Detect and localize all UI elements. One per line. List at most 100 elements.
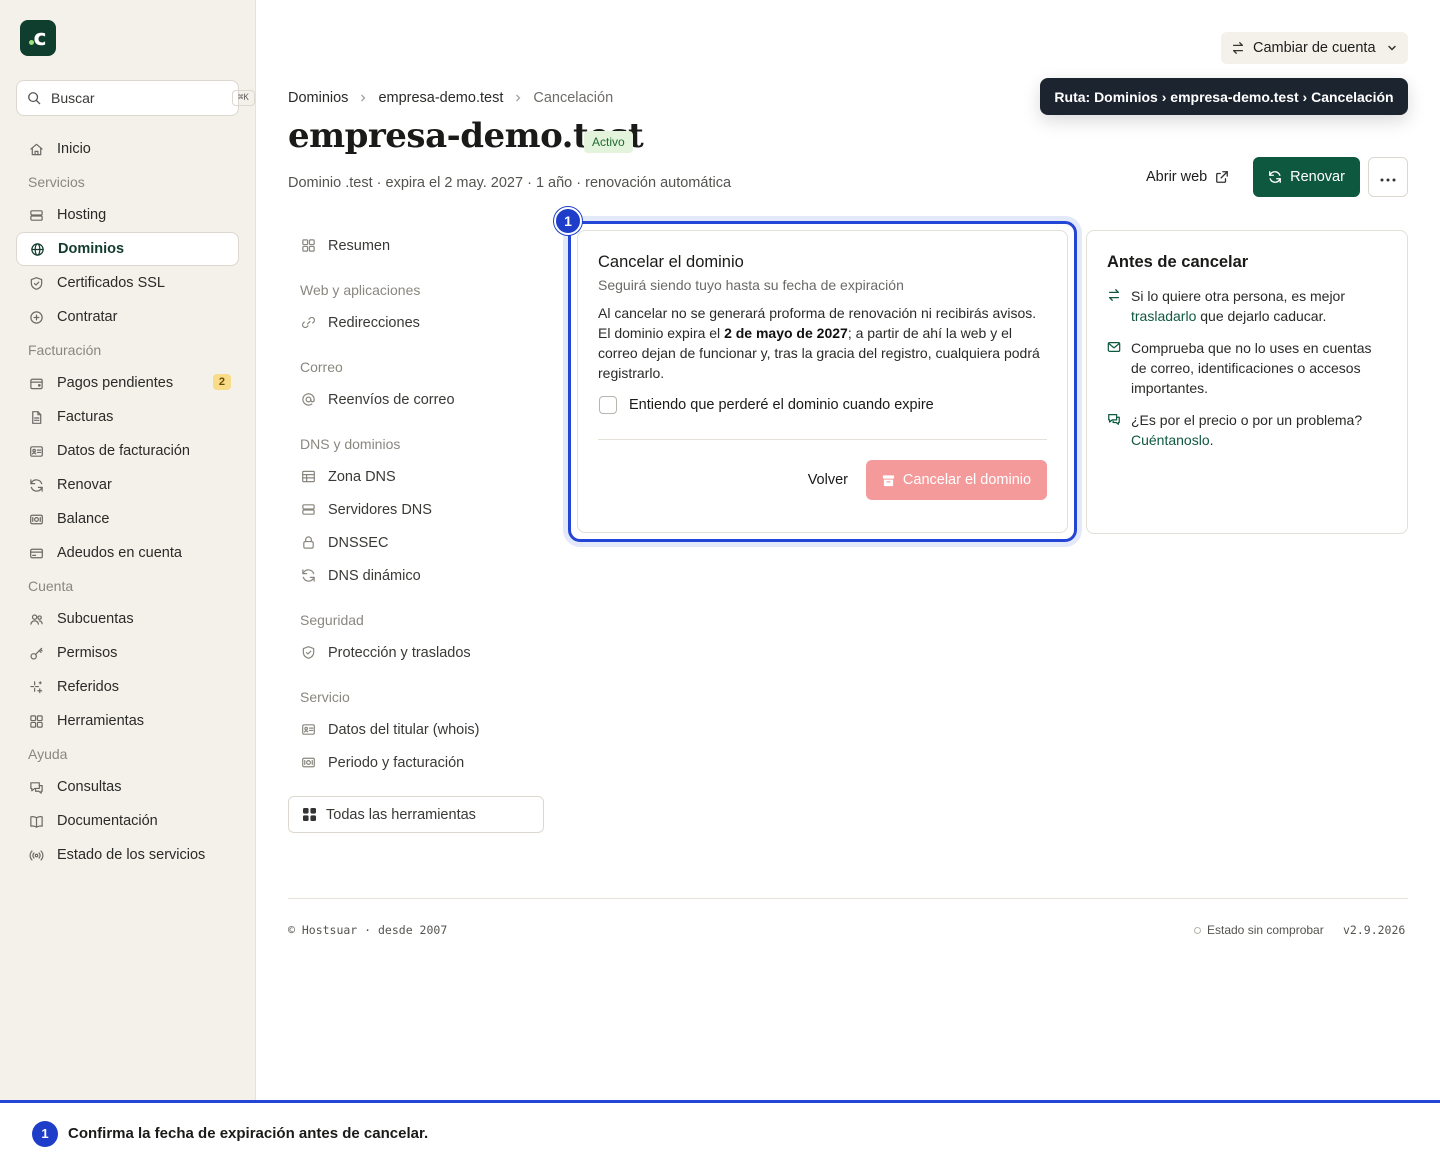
cancel-card-actions: Volver Cancelar el dominio: [598, 460, 1047, 500]
sidebar-item-subcuentas[interactable]: Subcuentas: [16, 602, 239, 636]
open-web-button[interactable]: Abrir web: [1134, 157, 1241, 197]
back-button[interactable]: Volver: [790, 460, 866, 500]
refresh-icon: [1268, 170, 1282, 184]
subnav-resumen[interactable]: Resumen: [288, 229, 544, 262]
subnav-dns-dinamico[interactable]: DNS dinámico: [288, 559, 544, 592]
transfer-link[interactable]: trasladarlo: [1131, 308, 1196, 324]
ellipsis-icon: [1380, 170, 1396, 185]
status-badge: Activo: [584, 131, 633, 153]
subnav-section-label: Web y aplicaciones: [300, 281, 421, 298]
subnav-item-label: Zona DNS: [328, 468, 396, 485]
sidebar-item-label: Consultas: [57, 779, 122, 795]
search-input[interactable]: [51, 90, 232, 106]
subnav-section-label: DNS y dominios: [300, 435, 401, 452]
sidebar-item-adeudos[interactable]: Adeudos en cuenta: [16, 536, 239, 570]
chat-icon: [28, 779, 44, 795]
sidebar-item-facturas[interactable]: Facturas: [16, 400, 239, 434]
sidebar-item-label: Subcuentas: [57, 611, 134, 627]
cancel-card-subtitle: Seguirá siendo tuyo hasta su fecha de ex…: [598, 277, 904, 293]
search-icon: [27, 90, 41, 106]
annotation-text: Confirma la fecha de expiración antes de…: [68, 1125, 429, 1142]
sidebar-item-pagos[interactable]: Pagos pendientes 2: [16, 366, 239, 400]
sidebar-item-balance[interactable]: Balance: [16, 502, 239, 536]
chat-icon: [1107, 410, 1123, 450]
chevron-right-icon: [513, 93, 523, 103]
sidebar-item-label: Facturas: [57, 409, 114, 425]
sidebar-section-label: Facturación: [28, 342, 102, 358]
plus-circle-icon: [28, 309, 44, 325]
logo[interactable]: c: [20, 20, 56, 56]
subnav-titular[interactable]: Datos del titular (whois): [288, 713, 544, 746]
grid-icon: [303, 808, 316, 821]
all-tools-button[interactable]: Todas las herramientas: [288, 796, 544, 833]
sidebar-item-dominios[interactable]: Dominios: [16, 232, 239, 266]
search-box[interactable]: ⌘K: [16, 80, 255, 116]
mail-icon: [1107, 338, 1123, 398]
sidebar-item-contratar[interactable]: Contratar: [16, 300, 239, 334]
sidebar-item-hosting[interactable]: Hosting: [16, 198, 239, 232]
sidebar-item-renovar[interactable]: Renovar: [16, 468, 239, 502]
sidebar: c ⌘K Inicio Servicios Hosting Dominios Certi…: [0, 0, 256, 1100]
subnav-servidores-dns[interactable]: Servidores DNS: [288, 493, 544, 526]
sidebar-section-label: Cuenta: [28, 578, 74, 594]
subnav-item-label: DNS dinámico: [328, 567, 421, 584]
page-subtitle: Dominio .test · expira el 2 may. 2027 · …: [288, 175, 732, 191]
more-options-button[interactable]: [1368, 157, 1408, 197]
sidebar-item-label: Datos de facturación: [57, 443, 190, 459]
sidebar-item-label: Referidos: [57, 679, 120, 695]
confirm-cancel-button[interactable]: Cancelar el dominio: [866, 460, 1047, 500]
divider: [598, 439, 1047, 440]
sparkles-icon: [28, 679, 44, 695]
tip-email: Comprueba que no lo uses en cuentas de c…: [1107, 338, 1387, 398]
confirm-checkbox[interactable]: [599, 396, 617, 414]
subnav-periodo[interactable]: Periodo y facturación: [288, 746, 544, 779]
sidebar-item-datos-facturacion[interactable]: Datos de facturación: [16, 434, 239, 468]
sidebar-item-documentacion[interactable]: Documentación: [16, 804, 239, 838]
key-icon: [28, 645, 44, 661]
subnav-item-label: Periodo y facturación: [328, 754, 465, 771]
lock-icon: [300, 535, 316, 551]
sidebar-item-label: Inicio: [57, 141, 91, 157]
confirm-checkbox-label: Entiendo que perderé el dominio cuando e…: [629, 397, 934, 413]
breadcrumb-dominios[interactable]: Dominios: [288, 90, 348, 106]
breadcrumb: Dominios empresa-demo.test Cancelación: [288, 88, 613, 108]
sidebar-nav: Inicio Servicios Hosting Dominios Certificad…: [16, 132, 239, 872]
sidebar-item-label: Documentación: [57, 813, 158, 829]
tip-transfer: Si lo quiere otra persona, es mejor tras…: [1107, 286, 1387, 326]
footer-divider: [288, 898, 1408, 899]
swap-icon: [1107, 286, 1123, 326]
breadcrumb-domain[interactable]: empresa-demo.test: [378, 90, 503, 106]
sidebar-item-label: Renovar: [57, 477, 112, 493]
open-web-label: Abrir web: [1146, 169, 1208, 185]
subnav-zona-dns[interactable]: Zona DNS: [288, 460, 544, 493]
book-icon: [28, 813, 44, 829]
sidebar-item-estado[interactable]: Estado de los servicios: [16, 838, 239, 872]
subnav-reenvios[interactable]: Reenvíos de correo: [288, 383, 544, 416]
file-icon: [28, 409, 44, 425]
feedback-link[interactable]: Cuéntanoslo: [1131, 432, 1210, 448]
tip-feedback: ¿Es por el precio o por un problema? Cué…: [1107, 410, 1387, 450]
sidebar-item-label: Balance: [57, 511, 110, 527]
sidebar-item-consultas[interactable]: Consultas: [16, 770, 239, 804]
subnav-proteccion[interactable]: Protección y traslados: [288, 636, 544, 669]
subnav-item-label: Resumen: [328, 237, 391, 254]
sidebar-item-permisos[interactable]: Permisos: [16, 636, 239, 670]
renew-button[interactable]: Renovar: [1253, 157, 1360, 197]
confirm-checkbox-row[interactable]: Entiendo que perderé el dominio cuando e…: [598, 395, 1047, 415]
cancel-domain-card: Cancelar el dominio Seguirá siendo tuyo …: [577, 230, 1068, 533]
sidebar-item-inicio[interactable]: Inicio: [16, 132, 239, 166]
sidebar-item-label: Certificados SSL: [57, 275, 165, 291]
subnav-redirecciones[interactable]: Redirecciones: [288, 306, 544, 339]
switch-account-button[interactable]: Cambiar de cuenta: [1221, 32, 1408, 64]
sidebar-item-label: Hosting: [57, 207, 107, 223]
sidebar-item-herramientas[interactable]: Herramientas: [16, 704, 239, 738]
footer-status[interactable]: Estado sin comprobar: [1194, 923, 1324, 937]
sidebar-item-ssl[interactable]: Certificados SSL: [16, 266, 239, 300]
sidebar-item-referidos[interactable]: Referidos: [16, 670, 239, 704]
shield-icon: [300, 645, 316, 661]
home-icon: [28, 141, 44, 157]
subnav-dnssec[interactable]: DNSSEC: [288, 526, 544, 559]
sidebar-item-label: Permisos: [57, 645, 118, 661]
before-cancel-card: Antes de cancelar Si lo quiere otra pers…: [1086, 230, 1408, 534]
status-dot-icon: [1194, 926, 1201, 934]
